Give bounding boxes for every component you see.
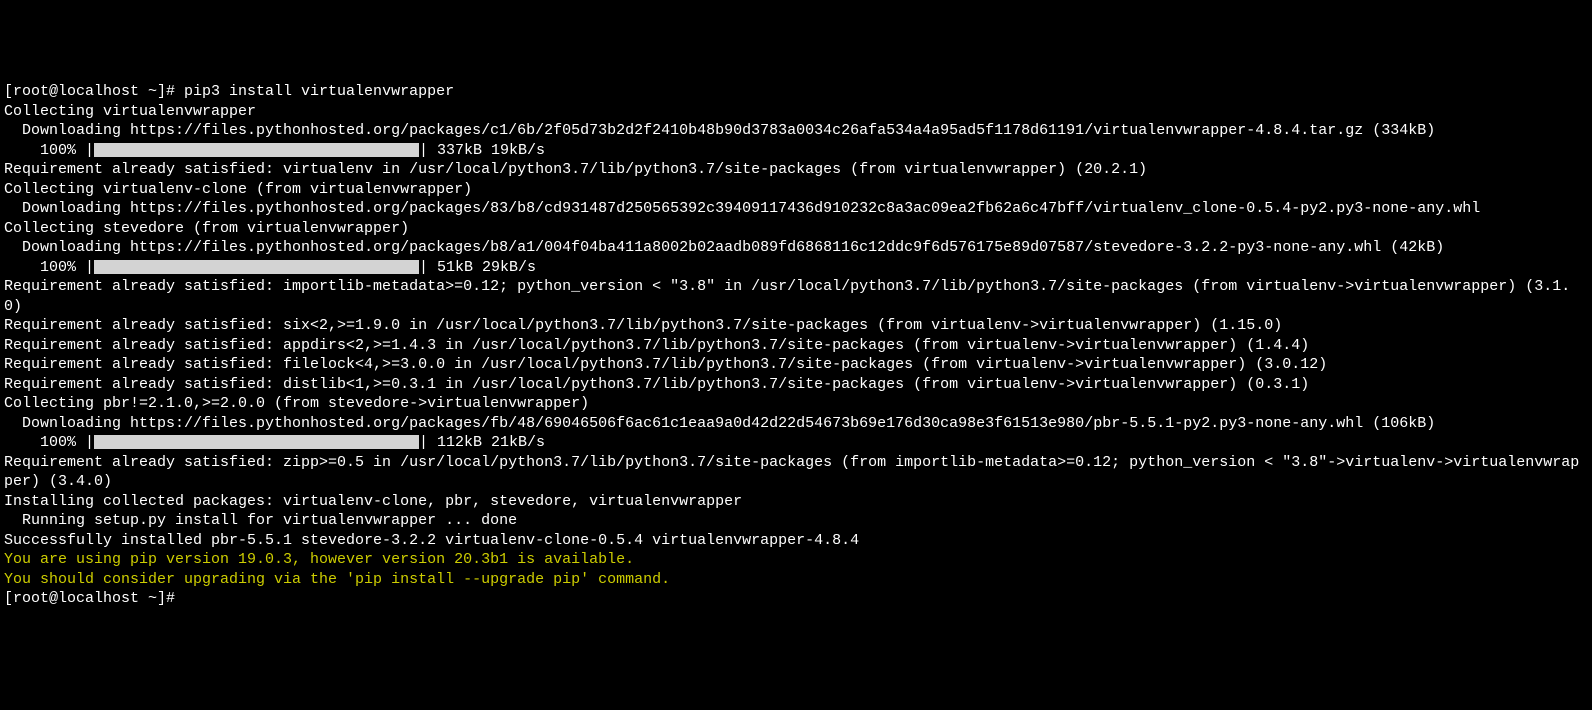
- progress-line: 100% | | 112kB 21kB/s: [4, 434, 545, 451]
- output-line: Downloading https://files.pythonhosted.o…: [4, 122, 1435, 139]
- output-line: Running setup.py install for virtualenvw…: [4, 512, 517, 529]
- progress-line: 100% | | 51kB 29kB/s: [4, 259, 536, 276]
- output-line: Collecting stevedore (from virtualenvwra…: [4, 220, 409, 237]
- progress-percent: 100% |: [4, 259, 94, 276]
- cursor: [175, 591, 184, 607]
- output-line: Collecting virtualenv-clone (from virtua…: [4, 181, 472, 198]
- progress-line: 100% | | 337kB 19kB/s: [4, 142, 545, 159]
- output-line: Downloading https://files.pythonhosted.o…: [4, 239, 1444, 256]
- output-line: Installing collected packages: virtualen…: [4, 493, 742, 510]
- command-text: pip3 install virtualenvwrapper: [184, 83, 454, 100]
- output-line: Requirement already satisfied: six<2,>=1…: [4, 317, 1282, 334]
- output-line: Downloading https://files.pythonhosted.o…: [4, 200, 1480, 217]
- terminal-output[interactable]: [root@localhost ~]# pip3 install virtual…: [4, 82, 1588, 609]
- progress-speed: | 337kB 19kB/s: [419, 142, 545, 159]
- warning-line: You should consider upgrading via the 'p…: [4, 571, 670, 588]
- output-line: Requirement already satisfied: virtualen…: [4, 161, 1147, 178]
- output-line: Collecting virtualenvwrapper: [4, 103, 256, 120]
- progress-bar: [94, 260, 419, 274]
- progress-percent: 100% |: [4, 434, 94, 451]
- shell-prompt: [root@localhost ~]#: [4, 83, 184, 100]
- output-line: Downloading https://files.pythonhosted.o…: [4, 415, 1435, 432]
- output-line: Successfully installed pbr-5.5.1 stevedo…: [4, 532, 859, 549]
- output-line: Requirement already satisfied: appdirs<2…: [4, 337, 1309, 354]
- progress-bar: [94, 435, 419, 449]
- output-line: Requirement already satisfied: filelock<…: [4, 356, 1327, 373]
- progress-speed: | 51kB 29kB/s: [419, 259, 536, 276]
- warning-line: You are using pip version 19.0.3, howeve…: [4, 551, 634, 568]
- output-line: Requirement already satisfied: importlib…: [4, 278, 1570, 315]
- progress-bar: [94, 143, 419, 157]
- output-line: Requirement already satisfied: zipp>=0.5…: [4, 454, 1579, 491]
- output-line: Collecting pbr!=2.1.0,>=2.0.0 (from stev…: [4, 395, 589, 412]
- progress-speed: | 112kB 21kB/s: [419, 434, 545, 451]
- output-line: Requirement already satisfied: distlib<1…: [4, 376, 1309, 393]
- shell-prompt: [root@localhost ~]#: [4, 590, 175, 607]
- progress-percent: 100% |: [4, 142, 94, 159]
